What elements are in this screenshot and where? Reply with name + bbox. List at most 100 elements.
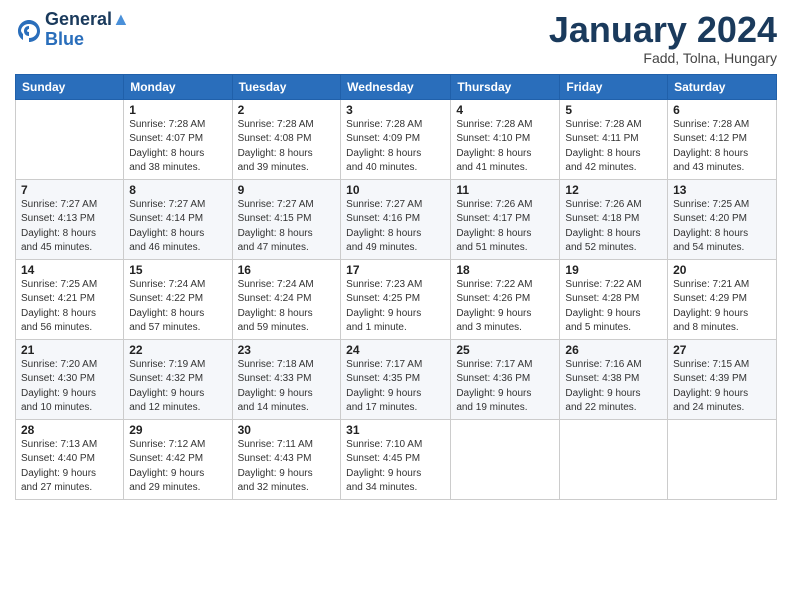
calendar-cell: 5Sunrise: 7:28 AMSunset: 4:11 PMDaylight… (560, 99, 668, 179)
day-info: Sunrise: 7:28 AMSunset: 4:10 PMDaylight:… (456, 118, 554, 176)
calendar-cell: 28Sunrise: 7:13 AMSunset: 4:40 PMDayligh… (16, 419, 124, 499)
day-info: Sunrise: 7:10 AMSunset: 4:45 PMDaylight:… (346, 438, 445, 496)
day-number: 30 (238, 423, 336, 437)
day-info: Sunrise: 7:28 AMSunset: 4:07 PMDaylight:… (129, 118, 226, 176)
day-number: 4 (456, 103, 554, 117)
day-number: 9 (238, 183, 336, 197)
calendar-cell: 1Sunrise: 7:28 AMSunset: 4:07 PMDaylight… (124, 99, 232, 179)
location: Fadd, Tolna, Hungary (549, 50, 777, 66)
day-info: Sunrise: 7:27 AMSunset: 4:14 PMDaylight:… (129, 198, 226, 256)
calendar-week-row: 1Sunrise: 7:28 AMSunset: 4:07 PMDaylight… (16, 99, 777, 179)
day-number: 10 (346, 183, 445, 197)
day-number: 20 (673, 263, 771, 277)
day-info: Sunrise: 7:12 AMSunset: 4:42 PMDaylight:… (129, 438, 226, 496)
day-info: Sunrise: 7:23 AMSunset: 4:25 PMDaylight:… (346, 278, 445, 336)
calendar-week-row: 21Sunrise: 7:20 AMSunset: 4:30 PMDayligh… (16, 339, 777, 419)
calendar-cell: 4Sunrise: 7:28 AMSunset: 4:10 PMDaylight… (451, 99, 560, 179)
day-info: Sunrise: 7:24 AMSunset: 4:22 PMDaylight:… (129, 278, 226, 336)
calendar-cell (668, 419, 777, 499)
day-number: 12 (565, 183, 662, 197)
calendar-cell: 6Sunrise: 7:28 AMSunset: 4:12 PMDaylight… (668, 99, 777, 179)
title-block: January 2024 Fadd, Tolna, Hungary (549, 10, 777, 66)
day-number: 28 (21, 423, 118, 437)
day-number: 13 (673, 183, 771, 197)
calendar-cell: 22Sunrise: 7:19 AMSunset: 4:32 PMDayligh… (124, 339, 232, 419)
month-year: January 2024 (549, 10, 777, 50)
day-header-tuesday: Tuesday (232, 74, 341, 99)
calendar-header-row: SundayMondayTuesdayWednesdayThursdayFrid… (16, 74, 777, 99)
calendar-cell: 30Sunrise: 7:11 AMSunset: 4:43 PMDayligh… (232, 419, 341, 499)
calendar-cell: 14Sunrise: 7:25 AMSunset: 4:21 PMDayligh… (16, 259, 124, 339)
calendar-cell: 7Sunrise: 7:27 AMSunset: 4:13 PMDaylight… (16, 179, 124, 259)
calendar-cell: 10Sunrise: 7:27 AMSunset: 4:16 PMDayligh… (341, 179, 451, 259)
calendar-cell: 31Sunrise: 7:10 AMSunset: 4:45 PMDayligh… (341, 419, 451, 499)
day-info: Sunrise: 7:28 AMSunset: 4:11 PMDaylight:… (565, 118, 662, 176)
calendar-cell: 2Sunrise: 7:28 AMSunset: 4:08 PMDaylight… (232, 99, 341, 179)
day-info: Sunrise: 7:21 AMSunset: 4:29 PMDaylight:… (673, 278, 771, 336)
calendar-cell (560, 419, 668, 499)
day-number: 5 (565, 103, 662, 117)
day-info: Sunrise: 7:22 AMSunset: 4:26 PMDaylight:… (456, 278, 554, 336)
calendar-cell: 24Sunrise: 7:17 AMSunset: 4:35 PMDayligh… (341, 339, 451, 419)
calendar-cell: 12Sunrise: 7:26 AMSunset: 4:18 PMDayligh… (560, 179, 668, 259)
calendar-cell: 8Sunrise: 7:27 AMSunset: 4:14 PMDaylight… (124, 179, 232, 259)
calendar-cell: 29Sunrise: 7:12 AMSunset: 4:42 PMDayligh… (124, 419, 232, 499)
day-info: Sunrise: 7:28 AMSunset: 4:09 PMDaylight:… (346, 118, 445, 176)
calendar-cell: 26Sunrise: 7:16 AMSunset: 4:38 PMDayligh… (560, 339, 668, 419)
day-number: 31 (346, 423, 445, 437)
calendar-week-row: 7Sunrise: 7:27 AMSunset: 4:13 PMDaylight… (16, 179, 777, 259)
day-number: 6 (673, 103, 771, 117)
day-header-monday: Monday (124, 74, 232, 99)
day-number: 17 (346, 263, 445, 277)
day-number: 25 (456, 343, 554, 357)
calendar-cell: 9Sunrise: 7:27 AMSunset: 4:15 PMDaylight… (232, 179, 341, 259)
day-number: 8 (129, 183, 226, 197)
logo-text-block: General▲ Blue (45, 10, 130, 50)
calendar-cell: 27Sunrise: 7:15 AMSunset: 4:39 PMDayligh… (668, 339, 777, 419)
day-header-wednesday: Wednesday (341, 74, 451, 99)
logo-icon (15, 16, 43, 44)
logo-line2: Blue (45, 30, 130, 50)
day-number: 21 (21, 343, 118, 357)
calendar-cell: 19Sunrise: 7:22 AMSunset: 4:28 PMDayligh… (560, 259, 668, 339)
day-number: 27 (673, 343, 771, 357)
day-info: Sunrise: 7:18 AMSunset: 4:33 PMDaylight:… (238, 358, 336, 416)
calendar-cell: 17Sunrise: 7:23 AMSunset: 4:25 PMDayligh… (341, 259, 451, 339)
day-info: Sunrise: 7:25 AMSunset: 4:21 PMDaylight:… (21, 278, 118, 336)
calendar-week-row: 14Sunrise: 7:25 AMSunset: 4:21 PMDayligh… (16, 259, 777, 339)
day-info: Sunrise: 7:16 AMSunset: 4:38 PMDaylight:… (565, 358, 662, 416)
day-info: Sunrise: 7:15 AMSunset: 4:39 PMDaylight:… (673, 358, 771, 416)
day-number: 2 (238, 103, 336, 117)
day-number: 11 (456, 183, 554, 197)
day-number: 15 (129, 263, 226, 277)
day-number: 18 (456, 263, 554, 277)
day-info: Sunrise: 7:20 AMSunset: 4:30 PMDaylight:… (21, 358, 118, 416)
day-number: 1 (129, 103, 226, 117)
day-header-sunday: Sunday (16, 74, 124, 99)
day-header-saturday: Saturday (668, 74, 777, 99)
day-info: Sunrise: 7:25 AMSunset: 4:20 PMDaylight:… (673, 198, 771, 256)
calendar-cell: 3Sunrise: 7:28 AMSunset: 4:09 PMDaylight… (341, 99, 451, 179)
day-info: Sunrise: 7:17 AMSunset: 4:35 PMDaylight:… (346, 358, 445, 416)
calendar-cell (451, 419, 560, 499)
day-header-thursday: Thursday (451, 74, 560, 99)
calendar-cell: 13Sunrise: 7:25 AMSunset: 4:20 PMDayligh… (668, 179, 777, 259)
day-info: Sunrise: 7:27 AMSunset: 4:16 PMDaylight:… (346, 198, 445, 256)
day-header-friday: Friday (560, 74, 668, 99)
header: General▲ Blue January 2024 Fadd, Tolna, … (15, 10, 777, 66)
calendar-cell: 11Sunrise: 7:26 AMSunset: 4:17 PMDayligh… (451, 179, 560, 259)
day-number: 14 (21, 263, 118, 277)
day-number: 23 (238, 343, 336, 357)
day-info: Sunrise: 7:13 AMSunset: 4:40 PMDaylight:… (21, 438, 118, 496)
day-info: Sunrise: 7:26 AMSunset: 4:17 PMDaylight:… (456, 198, 554, 256)
logo: General▲ Blue (15, 10, 130, 50)
calendar-cell: 23Sunrise: 7:18 AMSunset: 4:33 PMDayligh… (232, 339, 341, 419)
calendar-cell: 25Sunrise: 7:17 AMSunset: 4:36 PMDayligh… (451, 339, 560, 419)
day-number: 19 (565, 263, 662, 277)
logo-line1: General▲ (45, 10, 130, 30)
calendar-cell (16, 99, 124, 179)
day-number: 24 (346, 343, 445, 357)
calendar-table: SundayMondayTuesdayWednesdayThursdayFrid… (15, 74, 777, 500)
day-info: Sunrise: 7:22 AMSunset: 4:28 PMDaylight:… (565, 278, 662, 336)
day-info: Sunrise: 7:27 AMSunset: 4:13 PMDaylight:… (21, 198, 118, 256)
